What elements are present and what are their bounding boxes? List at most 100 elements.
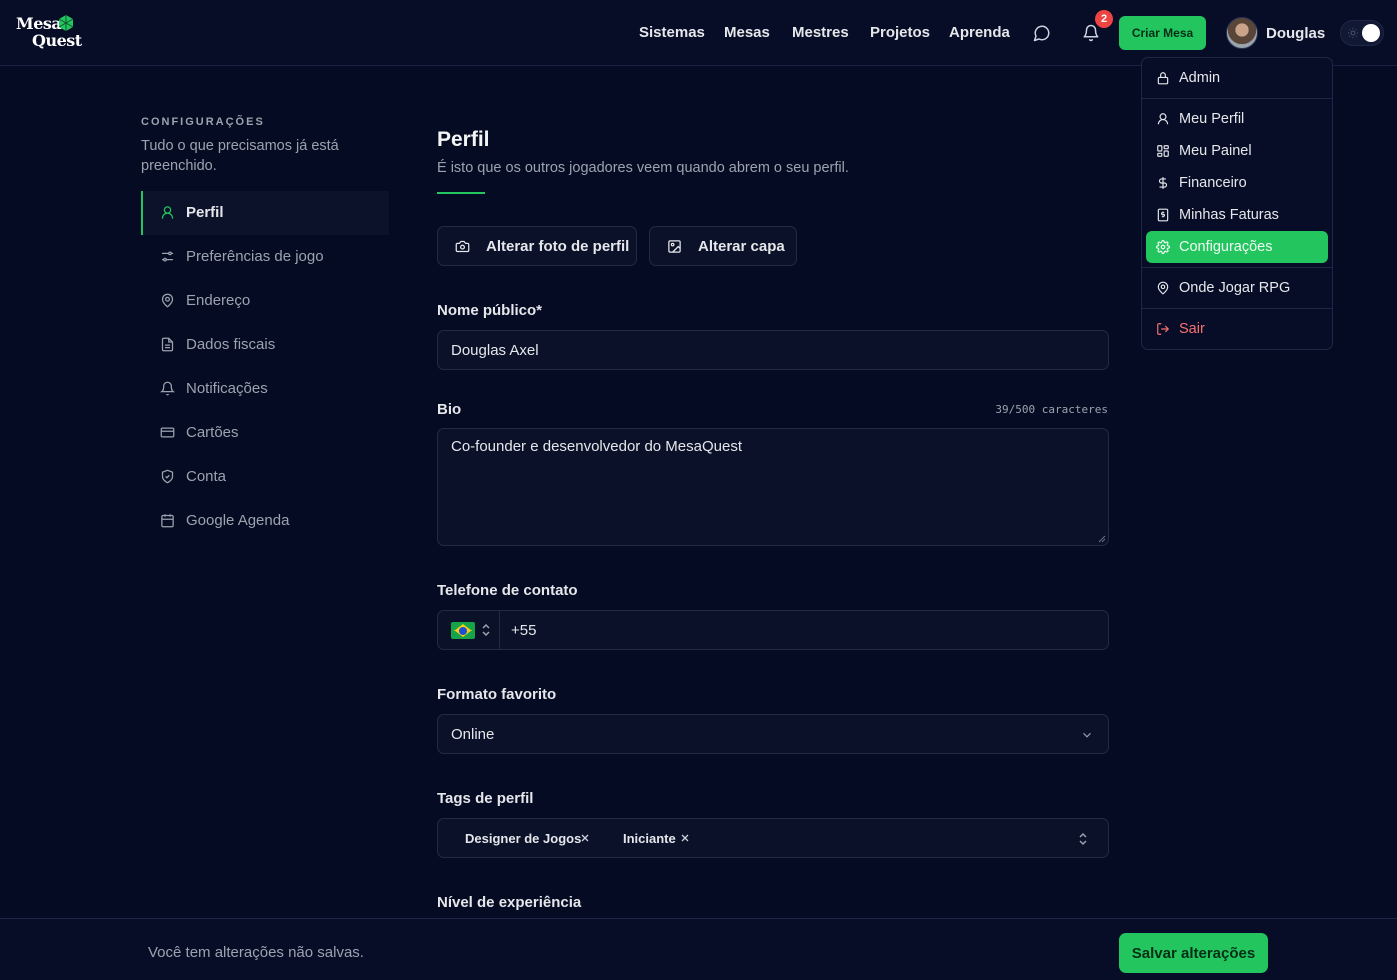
- menu-item-label: Onde Jogar RPG: [1179, 280, 1291, 296]
- menu-item-configuracoes[interactable]: Configurações: [1146, 231, 1328, 263]
- change-cover-button[interactable]: Alterar capa: [649, 226, 797, 266]
- sidebar-item-label: Preferências de jogo: [186, 248, 324, 265]
- menu-item-meu-painel[interactable]: Meu Painel: [1146, 135, 1328, 167]
- menu-item-minhas-faturas[interactable]: Minhas Faturas: [1146, 199, 1328, 231]
- bio-textarea[interactable]: Co-founder e desenvolvedor do MesaQuest: [437, 428, 1109, 546]
- map-pin-icon: [1157, 281, 1169, 295]
- sidebar-item-perfil[interactable]: Perfil: [141, 191, 389, 235]
- sidebar-item-dados-fiscais[interactable]: Dados fiscais: [141, 323, 389, 367]
- menu-item-sair[interactable]: Sair: [1146, 313, 1328, 345]
- brand-line-2: Quest: [32, 31, 82, 50]
- sidebar-item-notificacoes[interactable]: Notificações: [141, 367, 389, 411]
- format-select[interactable]: Online: [437, 714, 1109, 754]
- sidebar-item-preferencias[interactable]: Preferências de jogo: [141, 235, 389, 279]
- dollar-icon: [1158, 177, 1168, 189]
- bell-icon[interactable]: [1082, 24, 1100, 42]
- sun-icon: [1348, 28, 1358, 38]
- sidebar-item-cartoes[interactable]: Cartões: [141, 411, 389, 455]
- phone-value: +55: [511, 622, 537, 639]
- menu-item-label: Meu Painel: [1179, 143, 1252, 159]
- nav-link-mestres[interactable]: Mestres: [792, 24, 849, 41]
- public-name-value: Douglas Axel: [451, 342, 539, 359]
- nav-link-mesas[interactable]: Mesas: [724, 24, 770, 41]
- bio-counter: 39/500 caracteres: [995, 403, 1108, 416]
- resize-handle-icon[interactable]: [1098, 535, 1106, 543]
- close-icon[interactable]: [679, 832, 691, 844]
- user-name[interactable]: Douglas: [1266, 25, 1325, 42]
- sidebar-item-label: Notificações: [186, 380, 268, 397]
- format-value: Online: [451, 726, 495, 743]
- user-avatar[interactable]: [1226, 17, 1258, 49]
- document-icon: [161, 337, 174, 352]
- theme-toggle[interactable]: [1340, 20, 1384, 46]
- title-underline: [437, 192, 485, 194]
- unsaved-changes-text: Você tem alterações não salvas.: [148, 944, 364, 961]
- page-subtitle: É isto que os outros jogadores veem quan…: [437, 160, 849, 176]
- nav-link-projetos[interactable]: Projetos: [870, 24, 930, 41]
- nav-link-aprenda[interactable]: Aprenda: [949, 24, 1010, 41]
- invoice-icon: [1157, 208, 1169, 222]
- bio-label: Bio: [437, 401, 462, 418]
- change-photo-label: Alterar foto de perfil: [486, 238, 630, 255]
- bio-value: Co-founder e desenvolvedor do MesaQuest: [451, 438, 743, 455]
- d20-die-icon: [58, 15, 74, 31]
- menu-item-label: Financeiro: [1179, 175, 1247, 191]
- tag-chip: Designer de Jogos: [465, 831, 582, 846]
- camera-icon: [455, 240, 470, 253]
- menu-item-label: Meu Perfil: [1179, 111, 1245, 127]
- tags-label: Tags de perfil: [437, 790, 534, 807]
- calendar-icon: [161, 514, 174, 528]
- change-photo-button[interactable]: Alterar foto de perfil: [437, 226, 637, 266]
- menu-item-meu-perfil[interactable]: Meu Perfil: [1146, 103, 1328, 135]
- gear-icon: [1156, 240, 1170, 254]
- create-table-button[interactable]: Criar Mesa: [1119, 16, 1206, 50]
- sidebar-item-label: Endereço: [186, 292, 251, 309]
- close-icon[interactable]: [579, 832, 591, 844]
- sliders-icon: [161, 251, 174, 262]
- logout-icon: [1157, 323, 1170, 335]
- menu-item-label: Minhas Faturas: [1179, 207, 1279, 223]
- menu-item-financeiro[interactable]: Financeiro: [1146, 167, 1328, 199]
- public-name-input[interactable]: Douglas Axel: [437, 330, 1109, 370]
- sidebar-item-label: Google Agenda: [186, 512, 290, 529]
- menu-item-admin[interactable]: Admin: [1146, 62, 1328, 94]
- sidebar-item-google-agenda[interactable]: Google Agenda: [141, 499, 389, 543]
- phone-input[interactable]: +55: [437, 610, 1109, 650]
- menu-item-label: Configurações: [1179, 239, 1273, 255]
- menu-item-label: Sair: [1179, 321, 1205, 337]
- menu-divider: [1142, 308, 1332, 309]
- country-code-select[interactable]: [438, 611, 500, 649]
- sidebar-item-conta[interactable]: Conta: [141, 455, 389, 499]
- brazil-flag-icon: [451, 622, 475, 639]
- user-icon: [1157, 113, 1169, 125]
- shield-icon: [161, 469, 174, 484]
- settings-description: Tudo o que precisamos já está preenchido…: [141, 138, 339, 174]
- save-changes-button[interactable]: Salvar alterações: [1119, 933, 1268, 973]
- sidebar-item-label: Perfil: [186, 204, 224, 221]
- nav-link-sistemas[interactable]: Sistemas: [639, 24, 705, 41]
- sidebar-item-endereco[interactable]: Endereço: [141, 279, 389, 323]
- brand-logo[interactable]: Mesa Quest: [16, 14, 82, 54]
- notification-badge: 2: [1095, 10, 1113, 28]
- menu-divider: [1142, 267, 1332, 268]
- change-cover-label: Alterar capa: [698, 238, 785, 255]
- tags-multiselect[interactable]: Designer de Jogos Iniciante: [437, 818, 1109, 858]
- image-icon: [668, 240, 681, 253]
- toggle-knob: [1362, 24, 1380, 42]
- phone-label: Telefone de contato: [437, 582, 578, 599]
- tag-chip: Iniciante: [623, 831, 676, 846]
- chat-icon[interactable]: [1033, 24, 1051, 42]
- credit-card-icon: [160, 427, 175, 438]
- settings-kicker: CONFIGURAÇÕES: [141, 116, 265, 128]
- chevrons-up-down-icon: [1079, 832, 1087, 846]
- experience-label: Nível de experiência: [437, 894, 582, 911]
- brand-line-1: Mesa: [16, 14, 62, 33]
- lock-icon: [1157, 72, 1169, 85]
- menu-item-onde-jogar[interactable]: Onde Jogar RPG: [1146, 272, 1328, 304]
- public-name-label: Nome público*: [437, 302, 543, 319]
- menu-divider: [1142, 98, 1332, 99]
- map-pin-icon: [161, 293, 174, 308]
- user-icon: [161, 206, 174, 219]
- user-dropdown-menu: Admin Meu Perfil Meu Painel Financeiro M…: [1141, 57, 1333, 350]
- dashboard-icon: [1157, 145, 1169, 157]
